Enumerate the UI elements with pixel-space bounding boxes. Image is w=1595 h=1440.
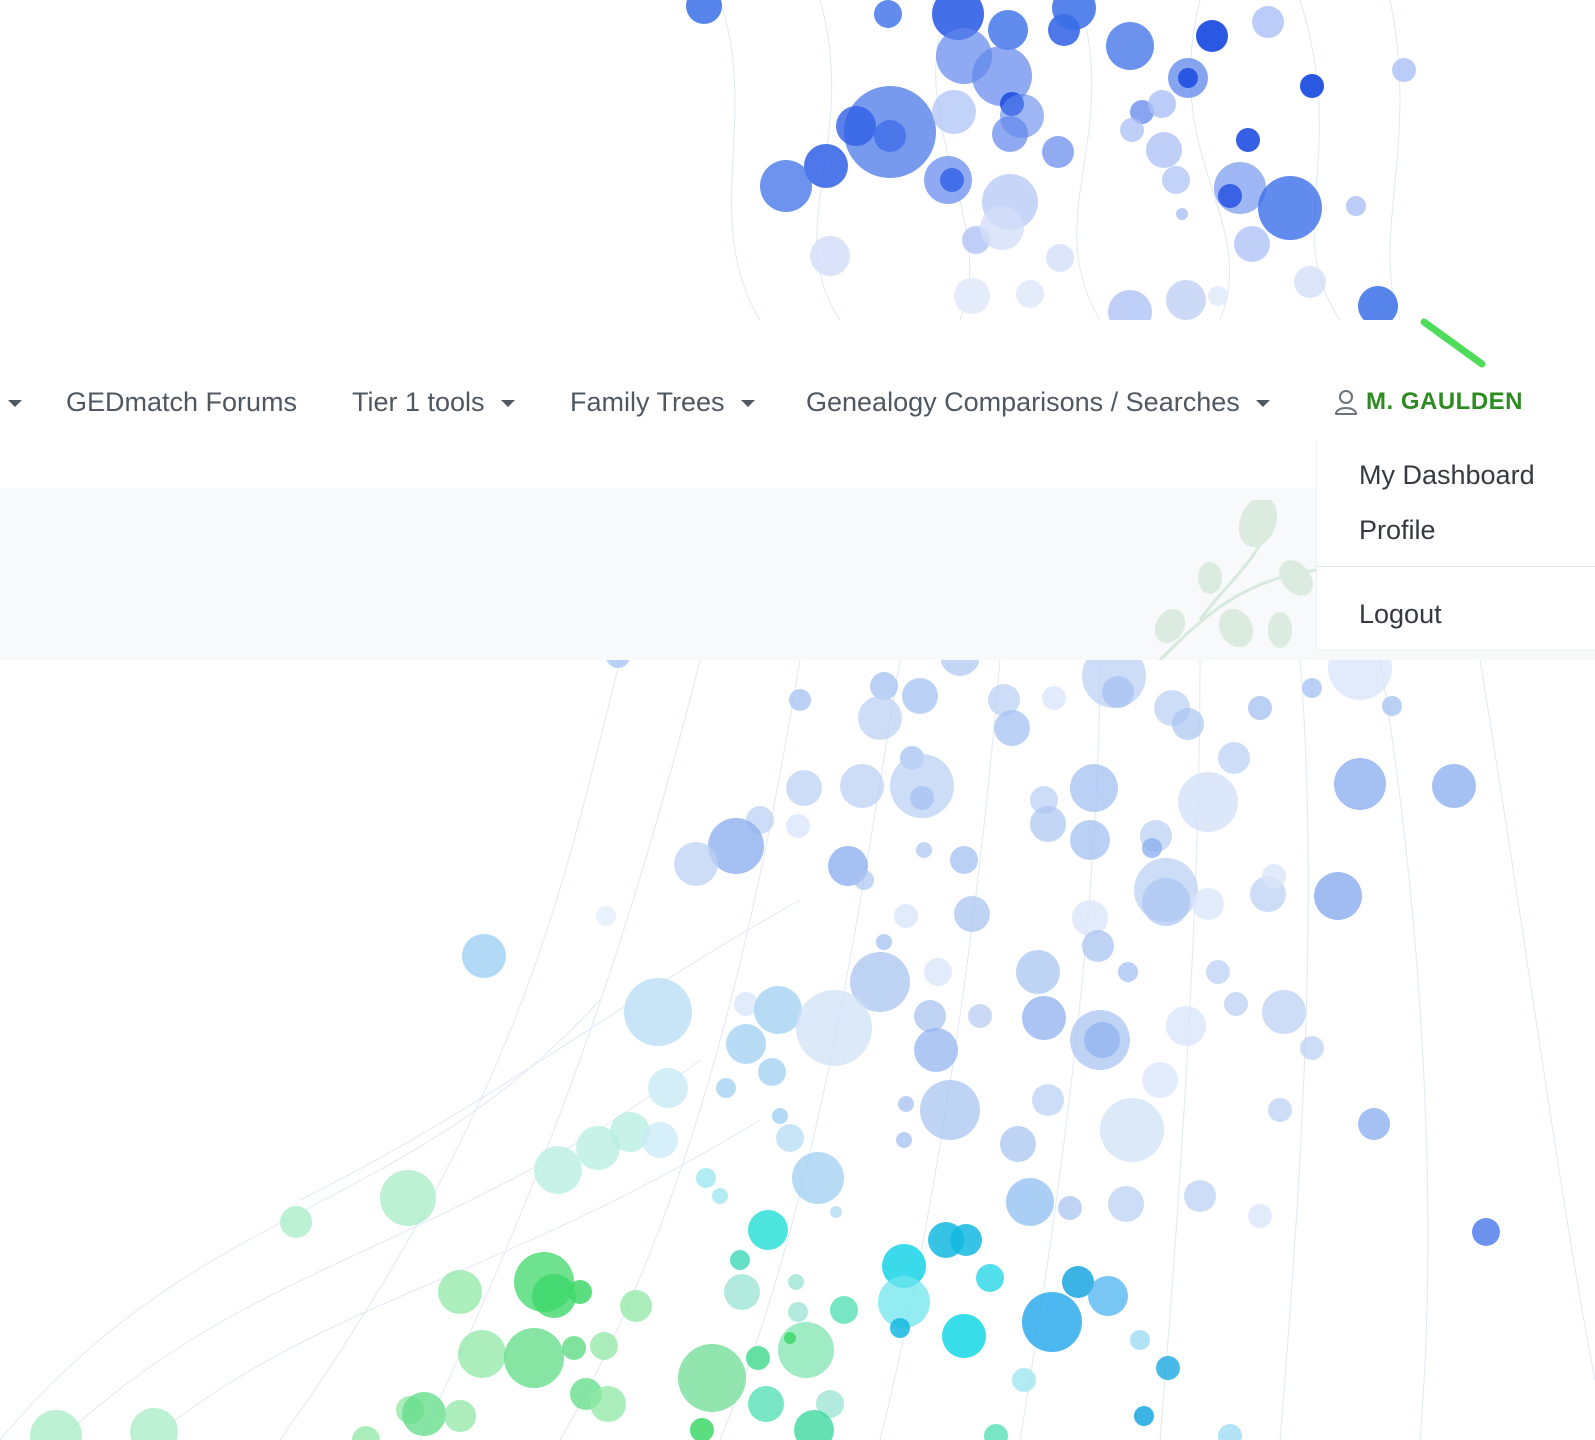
caret-down-icon: [1255, 399, 1270, 407]
nav-item-label: Family Trees: [570, 386, 725, 417]
nav-item-label: Genealogy Comparisons / Searches: [806, 386, 1240, 417]
nav-item-label: GEDmatch Forums: [66, 386, 298, 417]
menu-item-logout[interactable]: Logout: [1359, 599, 1442, 630]
nav-item-tier1-tools[interactable]: Tier 1 tools: [352, 382, 515, 422]
menu-item-profile[interactable]: Profile: [1359, 515, 1436, 546]
caret-down-icon: [740, 399, 755, 407]
page: GEDmatch Forums Tier 1 tools Family Tree…: [0, 0, 1595, 1440]
leaf-branch-decoration: [1154, 500, 1316, 660]
nav-item-label: Tier 1 tools: [352, 386, 485, 417]
nav-item-truncated-dropdown[interactable]: [8, 382, 22, 422]
nav-item-genealogy-comparisons[interactable]: Genealogy Comparisons / Searches: [806, 382, 1270, 422]
caret-down-icon: [500, 399, 515, 407]
menu-item-my-dashboard[interactable]: My Dashboard: [1359, 460, 1535, 491]
user-dropdown-menu: My Dashboard Profile Logout: [1316, 440, 1595, 651]
bubble-network-background: [0, 0, 1595, 1440]
caret-down-icon: [8, 399, 22, 407]
user-icon: [1335, 390, 1357, 415]
nav-item-family-trees[interactable]: Family Trees: [570, 382, 755, 422]
green-pointer-mark: [1420, 318, 1486, 368]
menu-divider: [1317, 566, 1595, 567]
user-menu-toggle[interactable]: M. GAULDEN: [1334, 382, 1523, 422]
nav-item-gedmatch-forums[interactable]: GEDmatch Forums: [66, 382, 297, 422]
user-name: M. GAULDEN: [1366, 388, 1523, 415]
